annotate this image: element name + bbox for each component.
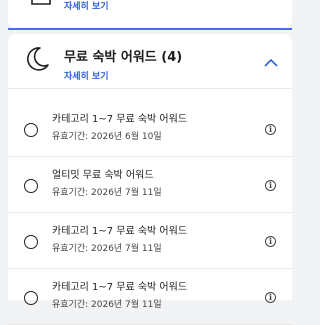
- section-detail-link[interactable]: 자세히 보기: [64, 69, 109, 82]
- chevron-up-icon[interactable]: [264, 52, 278, 71]
- section-header[interactable]: 무료 숙박 어워드 (4) 자세히 보기: [8, 34, 292, 89]
- info-icon[interactable]: i: [265, 292, 276, 303]
- info-icon[interactable]: i: [265, 124, 276, 135]
- select-radio[interactable]: [24, 291, 38, 305]
- select-radio[interactable]: [24, 123, 38, 137]
- award-title: 카테고리 1~7 무료 숙박 어워드: [52, 282, 188, 293]
- award-expiry: 유효기간: 2026년 7월 11일: [52, 244, 162, 254]
- previous-detail-link[interactable]: 자세히 보기: [64, 0, 109, 12]
- award-item[interactable]: 카테고리 1~7 무료 숙박 어워드 유효기간: 2026년 6월 10일 i: [8, 100, 292, 157]
- award-item[interactable]: 카테고리 1~7 무료 숙박 어워드 유효기간: 2026년 7월 11일 i: [8, 212, 292, 269]
- card-divider: [8, 28, 292, 30]
- free-night-award-card: 무료 숙박 어워드 (4) 자세히 보기 카테고리 1~7 무료 숙박 어워드 …: [8, 34, 292, 325]
- info-icon[interactable]: i: [265, 236, 276, 247]
- section-title: 무료 숙박 어워드 (4): [64, 50, 183, 65]
- award-expiry: 유효기간: 2026년 6월 10일: [52, 132, 162, 142]
- award-expiry: 유효기간: 2026년 7월 11일: [52, 188, 162, 198]
- moon-icon: [24, 45, 50, 77]
- select-radio[interactable]: [24, 235, 38, 249]
- info-icon[interactable]: i: [265, 180, 276, 191]
- award-expiry: 유효기간: 2026년 7월 11일: [52, 300, 162, 310]
- award-title: 얼티밋 무료 숙박 어워드: [52, 170, 154, 181]
- award-item[interactable]: 얼티밋 무료 숙박 어워드 유효기간: 2026년 7월 11일 i: [8, 156, 292, 213]
- award-title: 카테고리 1~7 무료 숙박 어워드: [52, 114, 188, 125]
- previous-award-card: 자세히 보기: [8, 0, 292, 28]
- select-radio[interactable]: [24, 179, 38, 193]
- award-title: 카테고리 1~7 무료 숙박 어워드: [52, 226, 188, 237]
- award-item[interactable]: 카테고리 1~7 무료 숙박 어워드 유효기간: 2026년 7월 11일 i: [8, 268, 292, 325]
- ticket-icon: [30, 0, 52, 14]
